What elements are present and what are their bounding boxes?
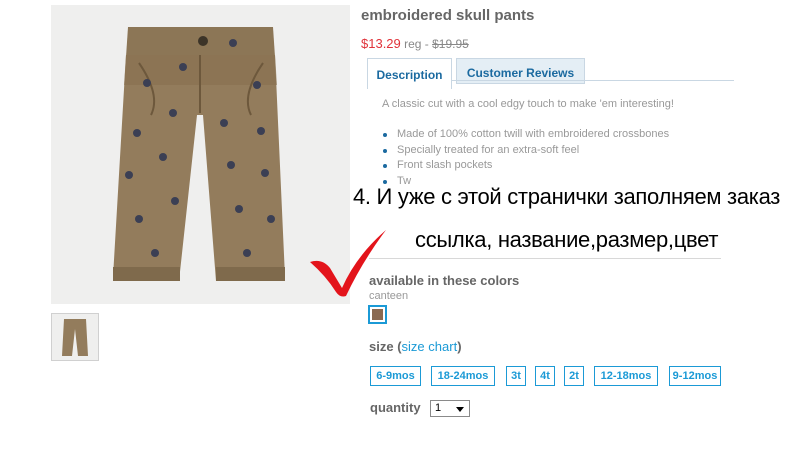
section-divider — [369, 258, 721, 259]
size-option[interactable]: 6-9mos — [370, 366, 421, 386]
sale-price: $13.29 — [361, 36, 401, 51]
annotation-line-1: 4. И уже с этой странички заполняем зака… — [353, 184, 781, 209]
size-option[interactable]: 4t — [535, 366, 555, 386]
size-option[interactable]: 9-12mos — [669, 366, 721, 386]
bullet-icon — [383, 148, 387, 153]
quantity-select[interactable]: 1 — [430, 400, 470, 417]
list-item: Made of 100% cotton twill with embroider… — [382, 128, 669, 144]
product-main-image[interactable] — [51, 5, 350, 304]
feature-list: Made of 100% cotton twill with embroider… — [382, 128, 669, 190]
size-option[interactable]: 12-18mos — [594, 366, 658, 386]
color-swatch-canteen[interactable] — [368, 305, 387, 324]
product-title: embroidered skull pants — [361, 7, 535, 24]
size-option[interactable]: 3t — [506, 366, 526, 386]
annotation-line-2: ссылка, название,размер,цвет — [415, 227, 719, 252]
pants-thumbnail-image — [52, 314, 98, 360]
size-chart-link[interactable]: size chart — [402, 339, 458, 354]
quantity-value: 1 — [435, 402, 442, 414]
list-item: Specially treated for an extra-soft feel — [382, 144, 669, 160]
bullet-icon — [383, 164, 387, 168]
close-paren: ) — [457, 339, 462, 354]
description-intro: A classic cut with a cool edgy touch to … — [382, 98, 674, 110]
chevron-down-icon — [456, 407, 464, 412]
selected-color-name: canteen — [369, 290, 409, 302]
size-option[interactable]: 2t — [564, 366, 584, 386]
pants-image — [51, 5, 350, 304]
list-item: Front slash pockets — [382, 159, 669, 175]
size-label: size — [369, 339, 394, 354]
swatch-fill — [372, 309, 383, 320]
product-thumbnail[interactable] — [51, 313, 99, 361]
bullet-icon — [383, 179, 387, 184]
size-row: size (size chart) — [369, 339, 462, 354]
quantity-label: quantity — [370, 400, 421, 415]
tab-description[interactable]: Description — [367, 58, 452, 89]
reg-label: reg - — [400, 37, 433, 51]
size-option[interactable]: 18-24mos — [431, 366, 495, 386]
regular-price: $19.95 — [432, 37, 469, 51]
tab-bar-underline — [452, 80, 734, 81]
colors-label: available in these colors — [369, 273, 520, 288]
price-row: $13.29 reg - $19.95 — [361, 36, 469, 51]
bullet-icon — [383, 133, 387, 137]
